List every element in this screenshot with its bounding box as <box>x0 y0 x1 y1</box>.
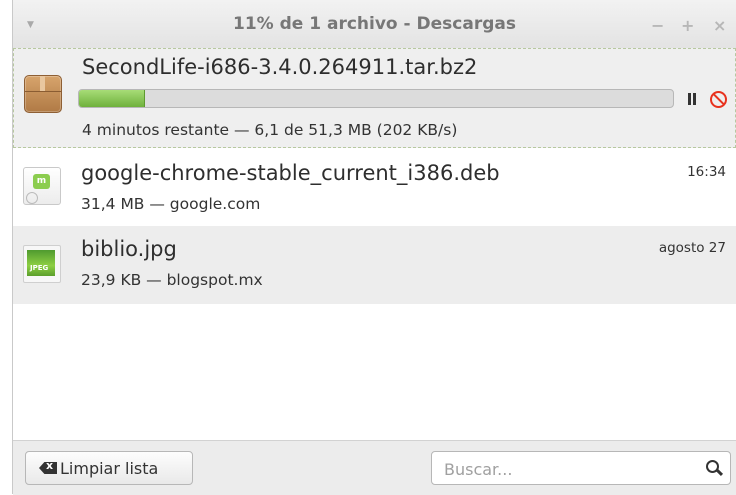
download-item-active[interactable]: SecondLife-i686-3.4.0.264911.tar.bz2 4 m… <box>13 48 736 148</box>
download-time: 16:34 <box>687 164 726 180</box>
downloads-list: SecondLife-i686-3.4.0.264911.tar.bz2 4 m… <box>13 48 736 440</box>
bottom-toolbar: Limpiar lista <box>13 440 736 495</box>
download-filename: google-chrome-stable_current_i386.deb <box>81 161 500 185</box>
title-bar[interactable]: ▼ 11% de 1 archivo - Descargas − + × <box>13 0 736 49</box>
cancel-icon[interactable] <box>710 91 727 108</box>
download-status: 23,9 KB — blogspot.mx <box>81 271 263 289</box>
clear-list-label: Limpiar lista <box>60 459 159 478</box>
search-input[interactable] <box>442 458 686 480</box>
pause-icon[interactable] <box>687 93 697 105</box>
download-time: agosto 27 <box>658 240 726 256</box>
package-icon <box>24 75 62 113</box>
download-item[interactable]: JPEG biblio.jpg agosto 27 23,9 KB — blog… <box>13 226 736 304</box>
download-filename: biblio.jpg <box>81 237 177 261</box>
window-title: 11% de 1 archivo - Descargas <box>233 14 516 34</box>
maximize-button[interactable]: + <box>681 16 694 35</box>
clear-list-button[interactable]: Limpiar lista <box>25 451 193 485</box>
close-button[interactable]: × <box>713 16 726 35</box>
clear-icon <box>39 462 57 474</box>
search-icon[interactable] <box>706 460 724 477</box>
progress-fill <box>79 90 146 107</box>
jpeg-image-icon: JPEG <box>23 245 61 283</box>
download-status: 31,4 MB — google.com <box>81 195 261 213</box>
download-status: 4 minutos restante — 6,1 de 51,3 MB (202… <box>82 121 458 139</box>
deb-package-icon: m <box>23 167 61 205</box>
download-item[interactable]: m google-chrome-stable_current_i386.deb … <box>13 148 736 226</box>
downloads-window: ▼ 11% de 1 archivo - Descargas − + × Sec… <box>12 0 736 495</box>
search-box[interactable] <box>431 451 731 485</box>
download-progress-bar <box>78 89 674 108</box>
minimize-button[interactable]: − <box>651 16 664 35</box>
download-filename: SecondLife-i686-3.4.0.264911.tar.bz2 <box>82 55 478 79</box>
